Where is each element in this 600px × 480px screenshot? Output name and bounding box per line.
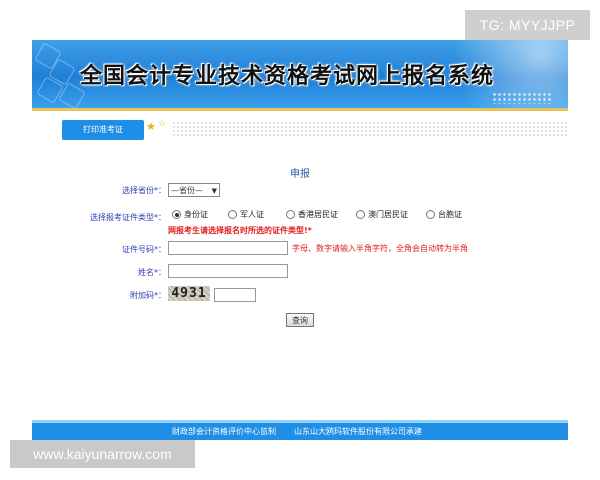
- chevron-down-icon: ▼: [211, 187, 217, 195]
- radio-macau-id[interactable]: 澳门居民证: [356, 209, 408, 221]
- print-admission-ticket-button[interactable]: 打印准考证: [62, 120, 144, 140]
- header-divider: [32, 108, 568, 111]
- radio-label: 香港居民证: [298, 210, 338, 219]
- captcha-image[interactable]: 4931: [168, 286, 210, 301]
- captcha-label: 附加码*：: [130, 291, 166, 300]
- toolbar: 打印准考证 ★ ☆: [32, 119, 568, 141]
- radio-taiwan-id[interactable]: 台胞证: [426, 209, 462, 221]
- radio-checked-icon: [172, 210, 181, 219]
- watermark-tg: TG: MYYJJPP: [465, 10, 590, 40]
- radio-label: 身份证: [184, 210, 208, 219]
- star-icon: ☆: [158, 119, 167, 129]
- id-type-warning: 网报考生请选择报名时所选的证件类型!*: [168, 226, 312, 235]
- radio-label: 台胞证: [438, 210, 462, 219]
- id-number-label: 证件号码*：: [122, 245, 166, 254]
- footer-builder: 山东山大鸥玛软件股份有限公司承建: [294, 427, 422, 436]
- province-label: 选择省份*：: [122, 186, 166, 195]
- radio-label: 军人证: [240, 210, 264, 219]
- footer: 财政部会计资格评价中心监制 山东山大鸥玛软件股份有限公司承建: [32, 423, 568, 440]
- radio-hongkong-id[interactable]: 香港居民证: [286, 209, 338, 221]
- id-type-label: 选择报考证件类型*：: [90, 213, 166, 222]
- name-input[interactable]: [168, 264, 288, 278]
- id-number-input[interactable]: [168, 241, 288, 255]
- province-select-value: —省份—: [171, 186, 203, 195]
- radio-unchecked-icon: [286, 210, 295, 219]
- system-title: 全国会计专业技术资格考试网上报名系统: [80, 63, 495, 89]
- radio-id-card[interactable]: 身份证: [172, 209, 208, 221]
- radio-label: 澳门居民证: [368, 210, 408, 219]
- section-title: 申报: [290, 169, 310, 180]
- radio-unchecked-icon: [356, 210, 365, 219]
- radio-unchecked-icon: [228, 210, 237, 219]
- banner-dots: [492, 92, 552, 104]
- radio-unchecked-icon: [426, 210, 435, 219]
- footer-supervisor: 财政部会计资格评价中心监制: [172, 427, 276, 436]
- query-button[interactable]: 查询: [286, 313, 314, 327]
- id-number-hint: 字母、数字请输入半角字符，全角会自动转为半角: [292, 244, 468, 253]
- header-banner: 全国会计专业技术资格考试网上报名系统: [32, 40, 568, 108]
- dotted-decoration: [172, 121, 568, 137]
- watermark-url: www.kaiyunarrow.com: [10, 440, 195, 468]
- captcha-input[interactable]: [214, 288, 256, 302]
- radio-military-id[interactable]: 军人证: [228, 209, 264, 221]
- star-icon: ★: [146, 120, 156, 133]
- name-label: 姓名*：: [138, 268, 166, 277]
- province-select[interactable]: —省份— ▼: [168, 183, 220, 197]
